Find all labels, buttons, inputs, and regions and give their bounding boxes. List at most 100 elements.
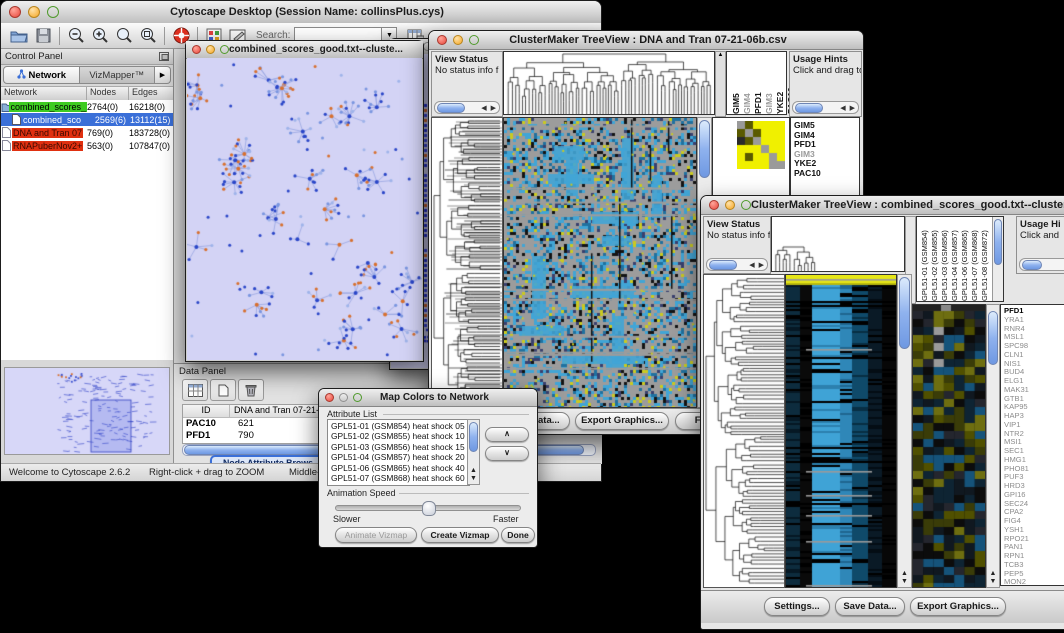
tv1-correlation-matrix[interactable] [737, 121, 785, 169]
tv1-status-scrollbar[interactable]: ◀ ▶ [434, 101, 500, 114]
network-tab-icon [17, 69, 26, 82]
tv2-labels-vscrollbar[interactable] [992, 217, 1003, 301]
minimize-icon[interactable] [206, 45, 215, 54]
tv2-gene-vscrollbar[interactable]: ▲▼ [986, 304, 1000, 588]
attribute-item[interactable]: GPL51-07 (GSM868) heat shock 60 min [329, 473, 469, 483]
treeview2-titlebar[interactable]: ClusterMaker TreeView : combined_scores_… [701, 196, 1064, 215]
attribute-item[interactable]: GPL51-03 (GSM856) heat shock 15 min [329, 442, 469, 452]
attribute-item[interactable]: GPL51-02 (GSM855) heat shock 10 min [329, 431, 469, 441]
col-nodes: Nodes [87, 87, 129, 100]
undefined-item: GPL51-07 (GSM868) [970, 219, 979, 301]
tv1-scroll-strip[interactable]: ▲ [715, 51, 726, 117]
attribute-item[interactable]: GPL51-01 (GSM854) heat shock 05 min [329, 421, 469, 431]
dialog-titlebar[interactable]: Map Colors to Network [319, 389, 537, 407]
file-icon [1, 127, 12, 138]
attribute-item[interactable]: GPL51-04 (GSM857) heat shock 20 min [329, 452, 469, 462]
main-titlebar[interactable]: Cytoscape Desktop (Session Name: collins… [1, 1, 601, 24]
treeview1-title: ClusterMaker TreeView : DNA and Tran 07-… [479, 34, 863, 46]
window-controls[interactable] [9, 6, 59, 18]
network-table-header: Network Nodes Edges [1, 86, 173, 101]
tv2-row-dendrogram[interactable] [703, 274, 785, 588]
data-panel-title: Data Panel [179, 366, 226, 377]
minimize-icon[interactable] [339, 393, 348, 402]
network-row[interactable]: RNAPuberNov2+ 563(0) 107847(0) [1, 139, 173, 152]
tv1-hints-scrollbar[interactable]: ◀ ▶ [792, 101, 859, 114]
status-middle-hint: Middle- [289, 467, 320, 478]
tv1-export-graphics-button[interactable]: Export Graphics... [575, 412, 669, 430]
close-icon[interactable] [9, 6, 21, 18]
zoom-fit-button[interactable] [112, 26, 136, 46]
network-row[interactable]: combined_scores_ 2764(0) 16218(0) [1, 100, 173, 113]
main-window-title: Cytoscape Desktop (Session Name: collins… [59, 6, 601, 18]
tv2-settings-button[interactable]: Settings... [764, 597, 830, 616]
attribute-list-vscrollbar[interactable]: ▲▼ [467, 419, 480, 485]
slower-label: Slower [333, 514, 361, 524]
close-icon[interactable] [709, 200, 719, 210]
tab-vizmapper[interactable]: VizMapper™ [80, 66, 156, 84]
group-divider [383, 414, 529, 415]
tv1-column-dendrogram[interactable] [503, 51, 715, 115]
blank-page-icon [218, 384, 229, 397]
zoom-window-icon[interactable] [220, 45, 229, 54]
status-zoom-hint: Right-click + drag to ZOOM [149, 467, 264, 478]
birds-eye-view[interactable] [4, 367, 170, 455]
float-panel-icon[interactable] [159, 48, 169, 66]
tv1-column-labels-item: GIM3 [764, 54, 774, 114]
control-panel-tabs: Network VizMapper™ ▶ [3, 66, 171, 84]
animation-speed-slider[interactable] [335, 505, 521, 511]
tv1-row-labels-item: PAC10 [791, 169, 859, 179]
tv2-bottom-bar: Settings... Save Data... Export Graphics… [701, 590, 1064, 623]
animate-vizmap-button[interactable]: Animate Vizmap [335, 527, 417, 543]
close-icon[interactable] [192, 45, 201, 54]
tv2-save-data-button[interactable]: Save Data... [835, 597, 905, 616]
tv2-gene-labels-item: MON2 [1001, 578, 1064, 587]
save-button[interactable] [31, 26, 55, 46]
network1-title: combined_scores_good.txt--cluste... [229, 44, 423, 55]
create-vizmap-button[interactable]: Create Vizmap [421, 527, 499, 543]
zoom-window-icon[interactable] [47, 6, 59, 18]
zoom-in-button[interactable] [88, 26, 112, 46]
tab-network[interactable]: Network [3, 66, 80, 84]
minimize-icon[interactable] [725, 200, 735, 210]
tv2-view-status: View StatusNo status info f ◀ ▶ [703, 216, 771, 274]
move-up-button[interactable]: ∧ [485, 427, 529, 442]
tv2-column-labels: GPL51-01 (GSM854)GPL51-02 (GSM855)GPL51-… [916, 216, 1004, 302]
tv2-zoom-heatmap[interactable] [912, 304, 986, 588]
zoom-window-icon[interactable] [353, 393, 362, 402]
open-file-button[interactable] [7, 26, 31, 46]
zoom-window-icon[interactable] [469, 35, 479, 45]
tv1-row-dendrogram[interactable] [431, 117, 503, 408]
dialog-title: Map Colors to Network [362, 392, 537, 403]
zoom-window-icon[interactable] [741, 200, 751, 210]
slider-thumb[interactable] [422, 501, 436, 516]
tv2-heatmap-vscrollbar[interactable]: ▲▼ [897, 274, 912, 588]
network-row[interactable]: DNA and Tran 07 769(0) 183728(0) [1, 126, 173, 139]
treeview1-titlebar[interactable]: ClusterMaker TreeView : DNA and Tran 07-… [429, 31, 863, 50]
table-tool-button[interactable] [182, 379, 208, 401]
tv2-status-scrollbar[interactable]: ◀ ▶ [706, 258, 768, 271]
network1-titlebar[interactable]: combined_scores_good.txt--cluste... [186, 41, 423, 59]
attribute-listbox[interactable]: GPL51-01 (GSM854) heat shock 05 minGPL51… [327, 419, 470, 486]
close-icon[interactable] [325, 393, 334, 402]
delete-attribute-button[interactable] [238, 379, 264, 401]
network1-canvas[interactable] [187, 58, 422, 360]
minimize-icon[interactable] [28, 6, 40, 18]
tv2-column-dendrogram[interactable] [771, 216, 905, 272]
treeview2-title: ClusterMaker TreeView : combined_scores_… [751, 199, 1064, 211]
file-icon [11, 114, 22, 125]
tv2-export-graphics-button[interactable]: Export Graphics... [910, 597, 1006, 616]
tv1-heatmap[interactable] [503, 117, 697, 408]
move-down-button[interactable]: ∨ [485, 446, 529, 461]
control-panel-title: Control Panel [1, 51, 159, 62]
network-row-selected[interactable]: combined_sco 2569(6) 13112(15) [1, 113, 173, 126]
tv2-heatmap[interactable] [785, 274, 897, 588]
done-button[interactable]: Done [501, 527, 535, 543]
new-attribute-button[interactable] [210, 379, 236, 401]
zoom-selected-button[interactable] [136, 26, 160, 46]
attribute-item[interactable]: GPL51-06 (GSM865) heat shock 40 min [329, 463, 469, 473]
tab-overflow-arrow[interactable]: ▶ [155, 66, 171, 84]
zoom-out-button[interactable] [64, 26, 88, 46]
tv2-hints-scrollbar[interactable] [1019, 258, 1064, 271]
minimize-icon[interactable] [453, 35, 463, 45]
close-icon[interactable] [437, 35, 447, 45]
